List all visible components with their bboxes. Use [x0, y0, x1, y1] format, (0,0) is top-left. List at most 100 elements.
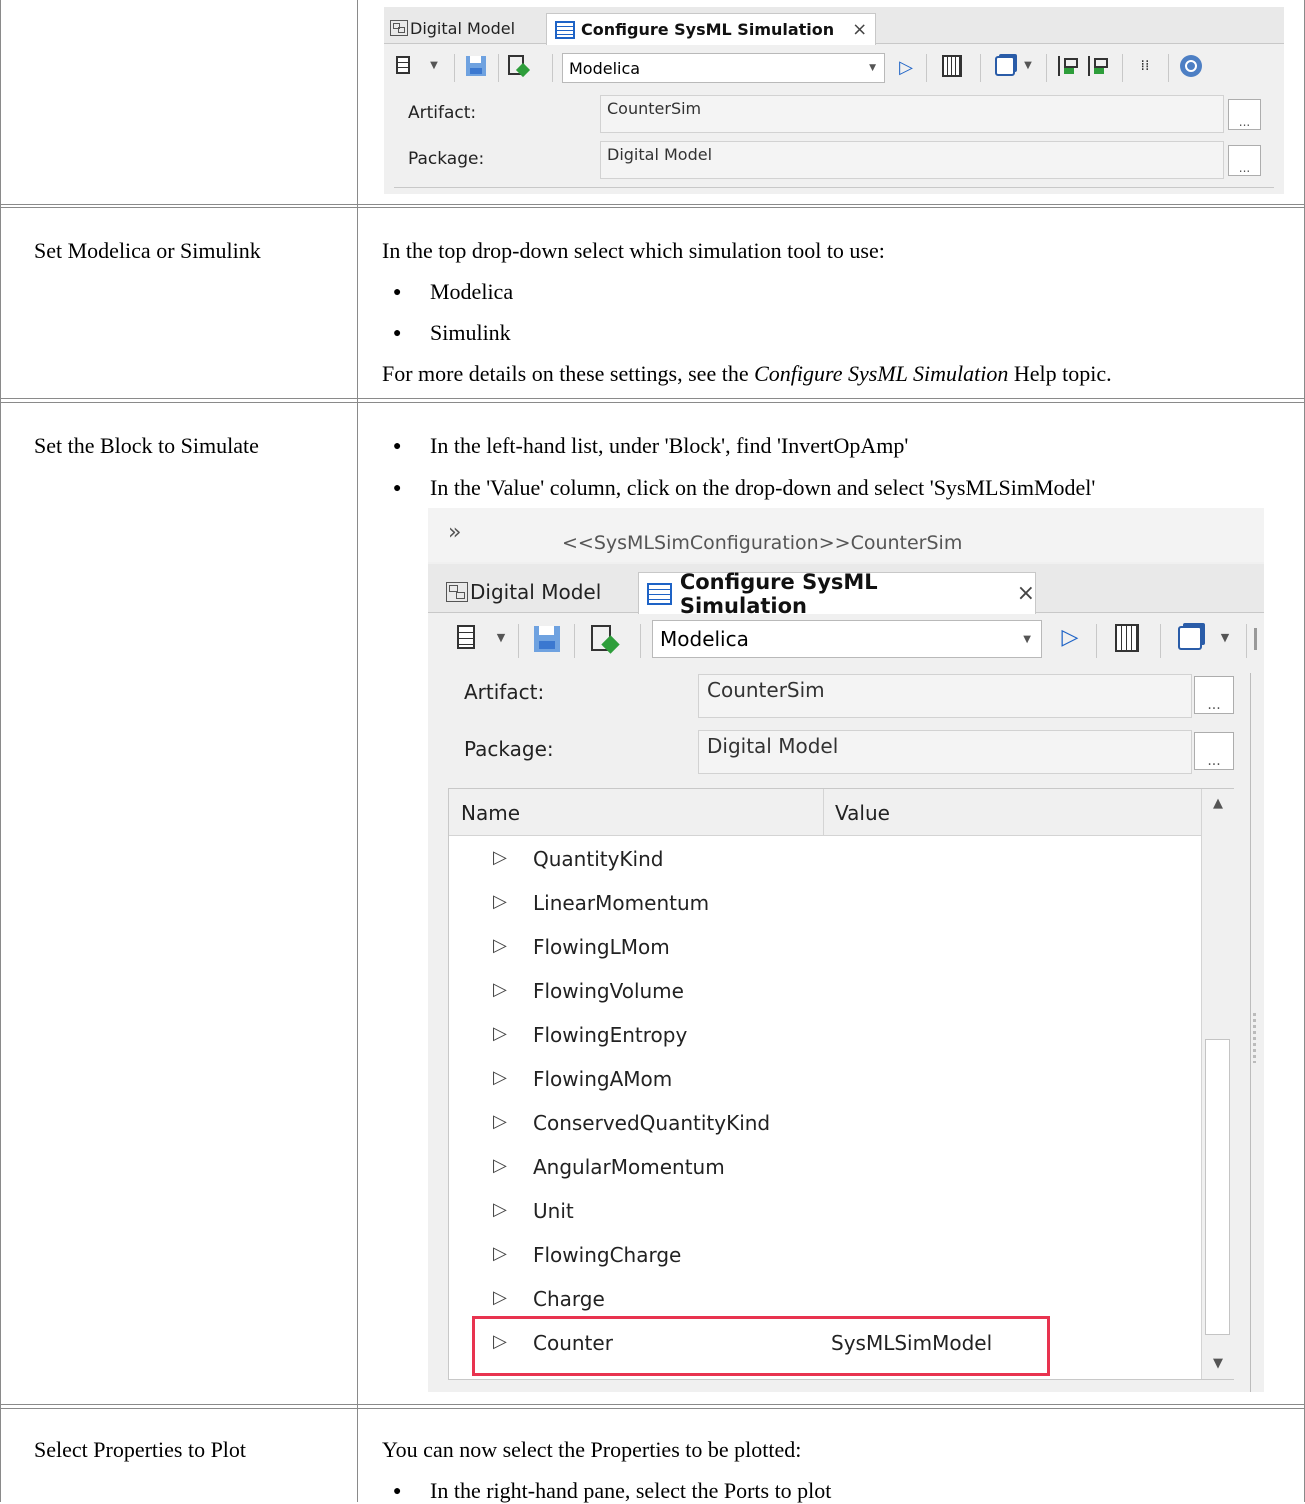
tree-item-name: Charge — [533, 1287, 605, 1311]
chevron-down-icon[interactable]: ▼ — [494, 630, 508, 644]
tree-item-name: Unit — [533, 1199, 574, 1223]
row-divider — [0, 1408, 1305, 1409]
run-icon[interactable]: ▷ — [1060, 622, 1080, 652]
filter-icon[interactable]: ⁞⁞ — [1134, 53, 1156, 79]
save-icon[interactable] — [532, 624, 562, 654]
package-browse-button[interactable]: ... — [1228, 145, 1261, 176]
row-intro: You can now select the Properties to be … — [382, 1437, 802, 1462]
tree-row[interactable]: ▷ AngularMomentum — [449, 1147, 1201, 1191]
expand-arrow-icon[interactable]: ▷ — [493, 1243, 507, 1264]
expand-arrow-icon[interactable]: ▷ — [493, 1155, 507, 1176]
tab-configure-sysml-simulation[interactable]: Configure SysML Simulation × — [638, 570, 1036, 618]
document-icon — [647, 582, 672, 605]
tree-row[interactable]: ▷ FlowingLMom — [449, 927, 1201, 971]
breadcrumb: <<SysMLSimConfiguration>>CounterSim — [562, 532, 963, 554]
tree-item-name: LinearMomentum — [533, 891, 710, 915]
expand-arrow-icon[interactable]: ▷ — [493, 1287, 507, 1308]
tree-item-name: FlowingEntropy — [533, 1023, 688, 1047]
chevron-down-icon[interactable]: ▼ — [1022, 59, 1034, 71]
save-icon[interactable] — [464, 54, 488, 78]
artifact-value: CounterSim — [707, 678, 825, 702]
help-topic-link[interactable]: Configure SysML Simulation — [754, 361, 1008, 386]
package-browse-button[interactable]: ... — [1194, 732, 1234, 770]
step-label: Set Modelica or Simulink — [34, 238, 261, 263]
scrollbar-thumb[interactable] — [1205, 1039, 1230, 1335]
grid-rows: ▷ QuantityKind ▷ LinearMomentum ▷ FlowingLMom… — [449, 839, 1201, 1375]
package-diagram-icon — [390, 20, 408, 36]
ellipsis-label: ... — [1238, 161, 1251, 175]
expand-arrow-icon[interactable]: ▷ — [493, 891, 507, 912]
close-icon[interactable]: × — [852, 19, 867, 40]
expand-arrow-icon[interactable]: ▷ — [493, 979, 507, 1000]
new-document-icon[interactable] — [454, 622, 478, 652]
row-divider — [0, 1404, 1305, 1405]
layers-icon[interactable] — [992, 53, 1018, 79]
simulation-tool-value: Modelica — [569, 58, 641, 78]
row-note: For more details on these settings, see … — [382, 361, 1112, 387]
package-field[interactable]: Digital Model — [698, 730, 1192, 774]
tree-item-name: FlowingVolume — [533, 979, 684, 1003]
ellipsis-label: ... — [1207, 697, 1221, 713]
collapse-tree-icon[interactable] — [1086, 53, 1110, 79]
scroll-down-arrow-icon[interactable]: ▼ — [1202, 1349, 1234, 1379]
expand-arrow-icon[interactable]: ▷ — [493, 1111, 507, 1132]
ellipsis-label: ... — [1207, 753, 1221, 769]
chevron-down-icon[interactable]: ▼ — [428, 59, 440, 71]
artifact-browse-button[interactable]: ... — [1228, 99, 1261, 130]
selection-highlight — [472, 1316, 1050, 1376]
close-icon[interactable]: × — [1017, 581, 1035, 606]
package-field[interactable]: Digital Model — [600, 141, 1224, 179]
expand-arrow-icon[interactable]: ▷ — [493, 1199, 507, 1220]
tab-digital-model[interactable]: Digital Model — [390, 15, 515, 41]
expand-arrow-icon[interactable]: ▷ — [493, 847, 507, 868]
expand-arrow-icon[interactable]: ▷ — [493, 1067, 507, 1088]
expand-arrow-icon[interactable]: ▷ — [493, 935, 507, 956]
generate-icon[interactable] — [940, 53, 964, 79]
tree-row[interactable]: ▷ FlowingAMom — [449, 1059, 1201, 1103]
chevron-down-icon: ▼ — [869, 63, 876, 73]
artifact-field[interactable]: CounterSim — [600, 95, 1224, 133]
note-text: For more details on these settings, see … — [382, 361, 755, 386]
simulation-tool-select[interactable]: Modelica ▼ — [652, 620, 1042, 658]
tree-row[interactable]: ▷ FlowingVolume — [449, 971, 1201, 1015]
tree-item-name: QuantityKind — [533, 847, 664, 871]
tree-row[interactable]: ▷ Unit — [449, 1191, 1201, 1235]
vertical-scrollbar[interactable]: ▲ ▼ — [1201, 789, 1234, 1379]
expand-tree-icon[interactable] — [1056, 53, 1080, 79]
tree-row[interactable]: ▷ ConservedQuantityKind — [449, 1103, 1201, 1147]
column-header-name[interactable]: Name — [461, 801, 520, 825]
artifact-field[interactable]: CounterSim — [698, 674, 1192, 718]
row-divider — [0, 402, 1305, 403]
scroll-up-arrow-icon[interactable]: ▲ — [1202, 789, 1234, 819]
tab-digital-model-label: Digital Model — [410, 18, 516, 38]
help-icon[interactable] — [1178, 53, 1204, 79]
edit-document-icon[interactable] — [586, 622, 620, 654]
tree-row[interactable]: ▷ LinearMomentum — [449, 883, 1201, 927]
tab-configure-sysml-simulation[interactable]: Configure SysML Simulation × — [546, 13, 876, 45]
tree-item-name: FlowingCharge — [533, 1243, 682, 1267]
tree-row[interactable]: ▷ FlowingEntropy — [449, 1015, 1201, 1059]
tab-configure-label: Configure SysML Simulation — [581, 20, 835, 39]
tree-row[interactable]: ▷ QuantityKind — [449, 839, 1201, 883]
tree-row[interactable]: ▷ FlowingCharge — [449, 1235, 1201, 1279]
list-item: In the 'Value' column, click on the drop… — [430, 475, 1096, 500]
artifact-label: Artifact: — [408, 103, 477, 123]
bullet-icon: ● — [393, 1484, 402, 1499]
edit-document-icon[interactable] — [504, 52, 531, 78]
new-document-icon[interactable] — [392, 52, 414, 78]
layers-icon[interactable] — [1174, 622, 1206, 654]
list-item: Simulink — [430, 320, 511, 345]
package-label: Package: — [408, 149, 485, 169]
artifact-browse-button[interactable]: ... — [1194, 676, 1234, 714]
table-column-divider — [357, 0, 358, 1502]
generate-icon[interactable] — [1112, 622, 1142, 654]
double-chevron-right-icon[interactable]: » — [448, 520, 461, 545]
tab-digital-model[interactable]: Digital Model — [446, 578, 601, 606]
expand-arrow-icon[interactable]: ▷ — [493, 1023, 507, 1044]
run-icon[interactable]: ▷ — [898, 55, 914, 79]
column-header-value[interactable]: Value — [835, 801, 890, 825]
simulation-tool-select[interactable]: Modelica ▼ — [562, 53, 885, 83]
chevron-down-icon[interactable]: ▼ — [1218, 630, 1232, 644]
row-divider — [0, 207, 1305, 208]
bullet-icon: ● — [393, 481, 402, 496]
